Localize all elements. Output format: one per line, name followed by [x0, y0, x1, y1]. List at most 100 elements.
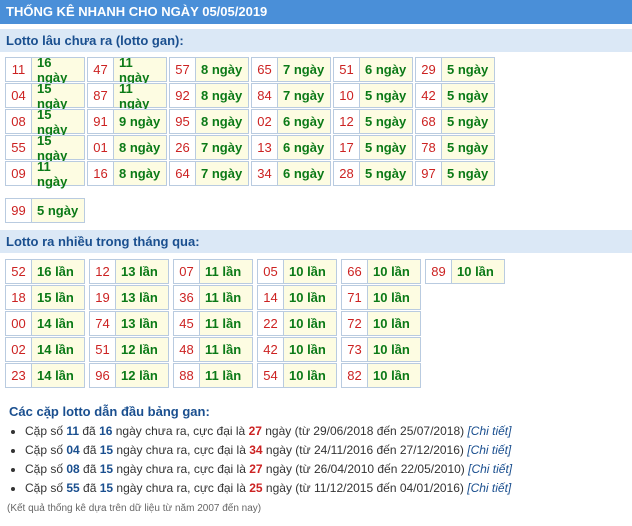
gan-number: 17 [334, 136, 360, 159]
gan-number: 11 [6, 58, 32, 81]
gan-cell: 29 5 ngày [415, 57, 495, 82]
frequent-number: 36 [174, 286, 200, 309]
frequent-value: 10 lần [368, 260, 420, 283]
gan-number: 97 [416, 162, 442, 185]
frequent-number: 00 [6, 312, 32, 335]
pair-mid1: đã [79, 443, 100, 457]
frequent-number: 12 [90, 260, 116, 283]
gan-number: 95 [170, 110, 196, 133]
gan-value: 8 ngày [114, 136, 166, 159]
gan-number: 65 [252, 58, 278, 81]
pair-days: 15 [99, 481, 114, 495]
gan-number: 26 [170, 136, 196, 159]
frequent-cell: 48 11 lần [173, 337, 253, 362]
frequent-cell: 52 16 lần [5, 259, 85, 284]
gan-value: 7 ngày [278, 84, 330, 107]
pair-days: 15 [99, 462, 114, 476]
gan-cell: 13 6 ngày [251, 135, 331, 160]
gan-cell: 02 6 ngày [251, 109, 331, 134]
frequent-value: 11 lần [200, 260, 252, 283]
pair-detail-link[interactable]: [Chi tiết] [468, 462, 512, 476]
gan-cell: 57 8 ngày [169, 57, 249, 82]
frequent-value: 11 lần [200, 364, 252, 387]
footnote: (Kết quả thống kê dựa trên dữ liệu từ nă… [7, 503, 262, 514]
frequent-cell: 72 10 lần [341, 311, 421, 336]
gan-number: 29 [416, 58, 442, 81]
gan-value: 11 ngày [32, 159, 84, 189]
frequent-number: 51 [90, 338, 116, 361]
gan-cell: 97 5 ngày [415, 161, 495, 186]
gan-cell: 42 5 ngày [415, 83, 495, 108]
frequent-number: 88 [174, 364, 200, 387]
gan-cell: 91 9 ngày [87, 109, 167, 134]
frequent-number: 45 [174, 312, 200, 335]
pair-detail-link[interactable]: [Chi tiết] [467, 443, 511, 457]
frequent-value: 14 lần [32, 338, 84, 361]
frequent-cell: 71 10 lần [341, 285, 421, 310]
pair-days: 16 [99, 424, 113, 438]
gan-cell: 12 5 ngày [333, 109, 413, 134]
frequent-cell: 45 11 lần [173, 311, 253, 336]
gan-cell: 17 5 ngày [333, 135, 413, 160]
gan-cell: 55 15 ngày [5, 133, 85, 163]
gan-number: 92 [170, 84, 196, 107]
gan-number: 91 [88, 110, 114, 133]
gan-value: 16 ngày [32, 55, 84, 85]
pair-item: Cặp số 11 đã 16 ngày chưa ra, cực đại là… [25, 422, 512, 441]
frequent-value: 13 lần [116, 286, 168, 309]
frequent-number: 07 [174, 260, 200, 283]
gan-cell: 09 11 ngày [5, 159, 85, 189]
gan-value: 7 ngày [196, 162, 248, 185]
pair-max: 27 [249, 462, 263, 476]
frequent-number: 82 [342, 364, 368, 387]
pair-max: 25 [249, 481, 263, 495]
frequent-cell: 89 10 lần [425, 259, 505, 284]
gan-value: 5 ngày [360, 84, 412, 107]
frequent-value: 10 lần [284, 338, 336, 361]
pair-item: Cặp số 08 đã 15 ngày chưa ra, cực đại là… [25, 460, 512, 479]
page-title: THỐNG KÊ NHANH CHO NGÀY 05/05/2019 [0, 0, 632, 24]
gan-value: 5 ngày [442, 162, 494, 185]
frequent-value: 11 lần [200, 312, 252, 335]
gan-value: 5 ngày [32, 199, 84, 222]
frequent-number: 74 [90, 312, 116, 335]
frequent-cell: 22 10 lần [257, 311, 337, 336]
gan-number: 04 [6, 84, 32, 107]
frequent-number: 19 [90, 286, 116, 309]
frequent-cell: 66 10 lần [341, 259, 421, 284]
gan-number: 47 [88, 58, 114, 81]
pair-detail-link[interactable]: [Chi tiết] [467, 424, 511, 438]
frequent-cell: 42 10 lần [257, 337, 337, 362]
gan-value: 7 ngày [196, 136, 248, 159]
frequent-number: 18 [6, 286, 32, 309]
pair-prefix: Cặp số [25, 462, 67, 476]
gan-cell: 10 5 ngày [333, 83, 413, 108]
gan-value: 6 ngày [278, 162, 330, 185]
frequent-number: 52 [6, 260, 32, 283]
gan-number: 55 [6, 136, 32, 159]
pair-prefix: Cặp số [25, 424, 67, 438]
pair-num: 11 [66, 424, 80, 438]
frequent-value: 10 lần [368, 312, 420, 335]
gan-value: 8 ngày [196, 84, 248, 107]
frequent-value: 13 lần [116, 260, 168, 283]
frequent-cell: 23 14 lần [5, 363, 85, 388]
frequent-number: 89 [426, 260, 452, 283]
pair-mid3: ngày (từ 29/06/2018 đến 25/07/2018) [261, 424, 468, 438]
pair-mid2: ngày chưa ra, cực đại là [113, 443, 250, 457]
frequent-cell: 36 11 lần [173, 285, 253, 310]
gan-cell: 01 8 ngày [87, 135, 167, 160]
gan-cell: 04 15 ngày [5, 81, 85, 111]
gan-number: 99 [6, 199, 32, 222]
gan-number: 08 [6, 110, 32, 133]
gan-value: 6 ngày [360, 58, 412, 81]
gan-cell: 47 11 ngày [87, 55, 167, 85]
gan-cell: 87 11 ngày [87, 81, 167, 111]
frequent-value: 11 lần [200, 338, 252, 361]
frequent-cell: 82 10 lần [341, 363, 421, 388]
pair-detail-link[interactable]: [Chi tiết] [467, 481, 511, 495]
frequent-number: 14 [258, 286, 284, 309]
gan-value: 5 ngày [360, 136, 412, 159]
gan-cell: 95 8 ngày [169, 109, 249, 134]
frequent-value: 12 lần [116, 338, 168, 361]
